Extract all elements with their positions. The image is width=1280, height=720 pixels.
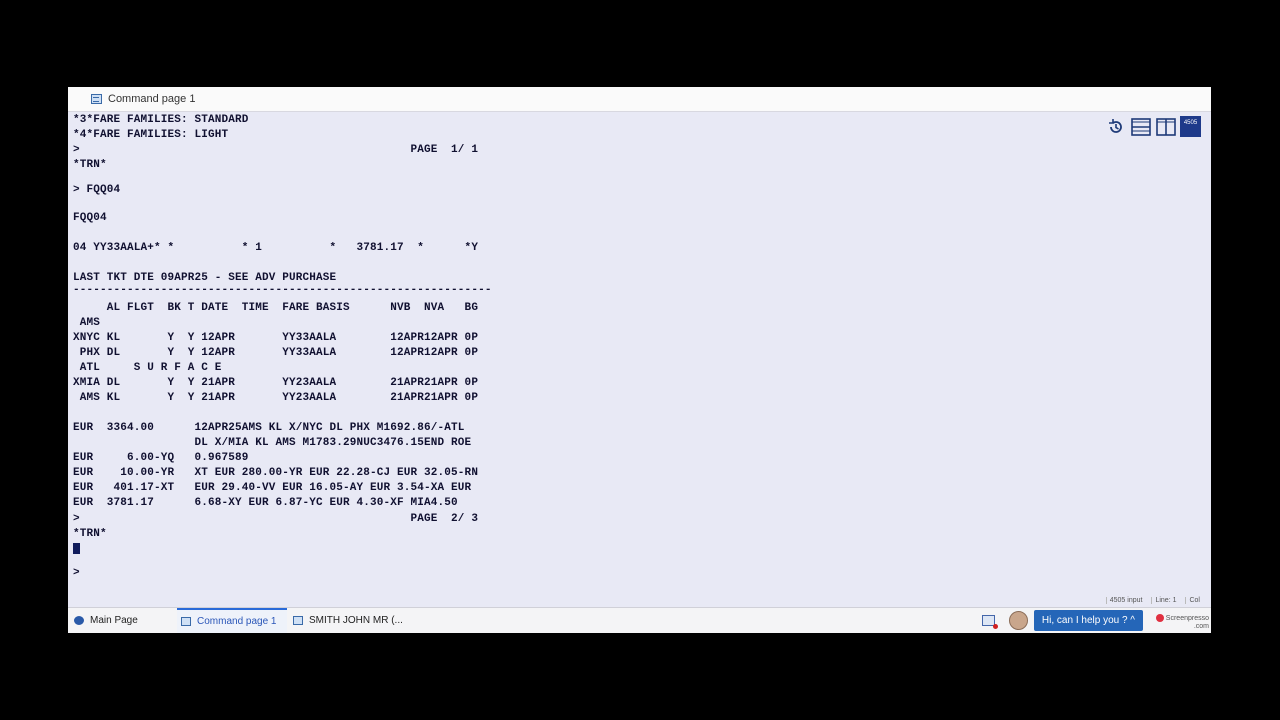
watermark-line2: .com <box>1193 623 1209 630</box>
terminal-line: XMIA DL Y Y 21APR YY23AALA 21APR21APR 0P <box>73 377 479 389</box>
terminal-line: AMS KL Y Y 21APR YY23AALA 21APR21APR 0P <box>73 392 479 404</box>
tab-passenger-record[interactable]: SMITH JOHN MR (... <box>289 608 409 633</box>
terminal-line: FQQ04 <box>73 212 107 224</box>
terminal-line: *4*FARE FAMILIES: LIGHT <box>73 129 229 141</box>
terminal-line: EUR 10.00-YR XT EUR 280.00-YR EUR 22.28-… <box>73 467 479 479</box>
terminal-line: > FQQ04 <box>73 184 121 196</box>
tab-main-page[interactable]: Main Page <box>72 608 177 633</box>
terminal-toolbar: 4505 <box>1105 116 1201 137</box>
command-page-icon <box>91 94 102 104</box>
split-vertical-icon-graphic <box>1155 117 1176 136</box>
split-horizontal-icon[interactable] <box>1130 116 1151 137</box>
status-bar: 4505 input Line: 1 Col <box>1105 595 1203 605</box>
terminal-line: 04 YY33AALA+* * * 1 * 3781.17 * *Y <box>73 242 479 254</box>
terminal-line: PHX DL Y Y 12APR YY33AALA 12APR12APR 0P <box>73 347 479 359</box>
command-page-icon <box>181 617 191 626</box>
screenpresso-logo-icon <box>1155 614 1164 623</box>
command-window: Command page 1 4505 *3*FARE FAMILIES: ST… <box>68 87 1211 633</box>
terminal-line: EUR 3781.17 6.68-XY EUR 6.87-YC EUR 4.30… <box>73 497 458 509</box>
terminal-line: ----------------------------------------… <box>73 284 492 296</box>
terminal-line: AMS <box>73 317 101 329</box>
split-vertical-icon[interactable] <box>1155 116 1176 137</box>
notification-icon[interactable] <box>981 615 998 629</box>
office-badge-icon[interactable]: 4505 <box>1180 116 1201 137</box>
pnr-icon <box>293 616 303 625</box>
terminal-line: > PAGE 1/ 1 <box>73 144 479 156</box>
terminal-line: DL X/MIA KL AMS M1783.29NUC3476.15END RO… <box>73 437 472 449</box>
taskbar: Main Page Command page 1 SMITH JOHN MR (… <box>68 607 1211 633</box>
window-titlebar: Command page 1 <box>68 87 1211 112</box>
terminal-line: > PAGE 2/ 3 <box>73 513 479 525</box>
window-title: Command page 1 <box>108 93 196 105</box>
home-icon <box>74 616 84 625</box>
watermark-line1: Screenpresso <box>1165 615 1209 622</box>
terminal-cursor <box>73 543 80 554</box>
help-area: Hi, can I help you ? ^ <box>981 610 1143 631</box>
terminal-line: EUR 401.17-XT EUR 29.40-VV EUR 16.05-AY … <box>73 482 472 494</box>
help-button[interactable]: Hi, can I help you ? ^ <box>1033 610 1143 631</box>
terminal-output[interactable]: *3*FARE FAMILIES: STANDARD *4*FARE FAMIL… <box>73 113 1113 583</box>
terminal-line: ATL S U R F A C E <box>73 362 222 374</box>
tab-label: SMITH JOHN MR (... <box>309 615 403 626</box>
command-prompt[interactable]: > <box>73 566 80 580</box>
terminal-line: EUR 6.00-YQ 0.967589 <box>73 452 249 464</box>
tab-label: Main Page <box>90 615 138 626</box>
tab-label: Command page 1 <box>197 616 277 627</box>
terminal-line: *3*FARE FAMILIES: STANDARD <box>73 114 249 126</box>
status-mode: 4505 input <box>1105 596 1146 604</box>
split-horizontal-icon-graphic <box>1130 117 1151 136</box>
terminal-line: EUR 3364.00 12APR25AMS KL X/NYC DL PHX M… <box>73 422 465 434</box>
status-line: Line: 1 <box>1151 596 1179 604</box>
avatar[interactable] <box>1008 611 1028 630</box>
terminal-line: *TRN* <box>73 528 107 540</box>
terminal-line: XNYC KL Y Y 12APR YY33AALA 12APR12APR 0P <box>73 332 479 344</box>
status-col: Col <box>1185 596 1203 604</box>
tab-command-page-1[interactable]: Command page 1 <box>177 608 287 633</box>
screenpresso-watermark: Screenpresso .com <box>1155 614 1209 631</box>
terminal-line: AL FLGT BK T DATE TIME FARE BASIS NVB NV… <box>73 302 479 314</box>
terminal-line: *TRN* <box>73 159 107 171</box>
